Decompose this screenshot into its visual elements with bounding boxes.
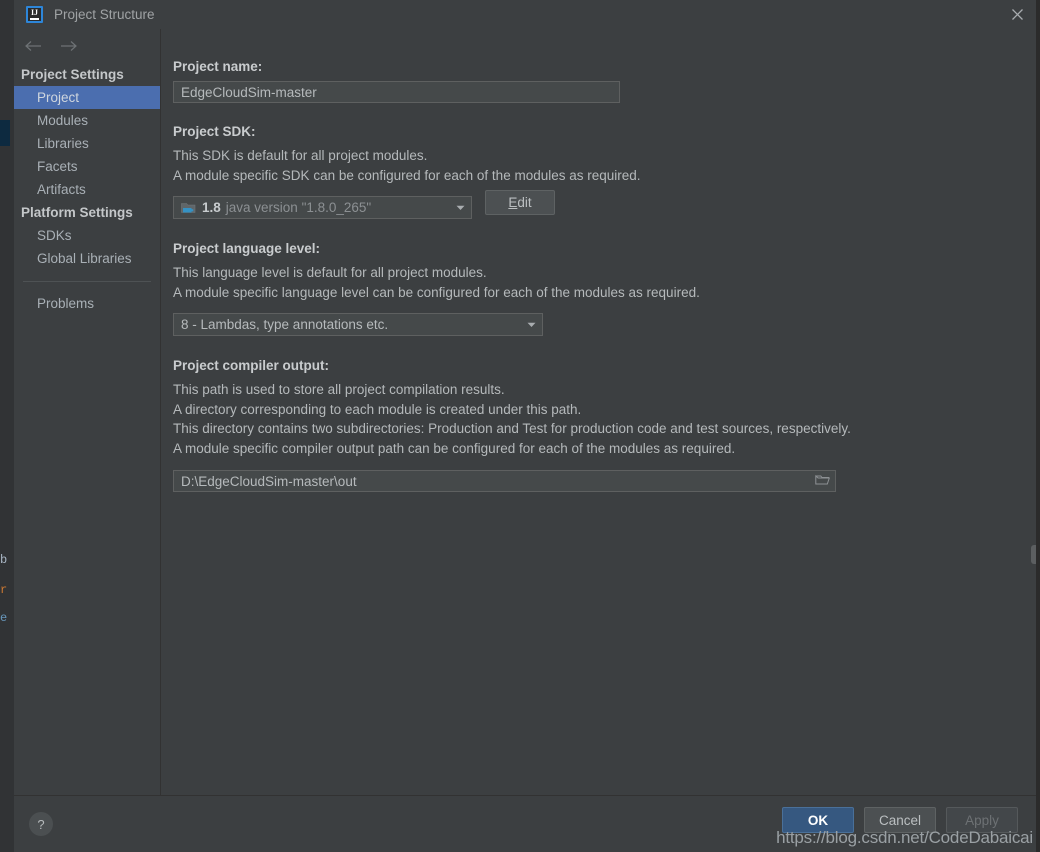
background-editor-window[interactable]: b r e xyxy=(0,0,14,852)
compiler-output-description-line3: This directory contains two subdirectori… xyxy=(173,421,851,436)
sidebar-navigation-arrows xyxy=(14,29,160,63)
project-sdk-description-line1: This SDK is default for all project modu… xyxy=(173,148,428,163)
language-level-description-line2: A module specific language level can be … xyxy=(173,284,700,300)
language-level-description-line1: This language level is default for all p… xyxy=(173,265,487,280)
compiler-output-section: Project compiler output: This path is us… xyxy=(173,358,1040,492)
sidebar-item-facets[interactable]: Facets xyxy=(14,155,160,178)
background-window-accent-strip xyxy=(0,120,10,146)
dialog-title: Project Structure xyxy=(54,7,155,22)
dialog-body: Project Settings Project Modules Librari… xyxy=(14,29,1040,795)
compiler-output-description-line4: A module specific compiler output path c… xyxy=(173,440,736,456)
sidebar-group-project-settings: Project Settings xyxy=(21,67,124,82)
compiler-output-path-value: D:\EdgeCloudSim-master\out xyxy=(181,473,357,489)
compiler-output-description-line2: A directory corresponding to each module… xyxy=(173,401,582,417)
language-level-label: Project language level: xyxy=(173,241,321,256)
screen-right-edge xyxy=(1036,0,1040,852)
arrow-right-icon[interactable] xyxy=(58,35,80,57)
project-sdk-description: java version "1.8.0_265" xyxy=(225,200,372,215)
project-name-value: EdgeCloudSim-master xyxy=(181,84,317,100)
edit-button-mnemonic: E xyxy=(508,194,518,210)
screen-root: b r e IJ Project Structure Project Setti… xyxy=(0,0,1040,852)
arrow-left-icon[interactable] xyxy=(22,35,44,57)
project-name-label: Project name: xyxy=(173,59,263,74)
folder-browse-icon[interactable] xyxy=(815,474,830,489)
background-code-fragment: e xyxy=(0,611,8,625)
settings-sidebar: Project Settings Project Modules Librari… xyxy=(14,29,161,795)
sidebar-item-global-libraries[interactable]: Global Libraries xyxy=(14,247,160,270)
sidebar-group-platform-settings: Platform Settings xyxy=(21,205,133,220)
sidebar-item-problems[interactable]: Problems xyxy=(14,292,160,315)
project-sdk-label: Project SDK: xyxy=(173,124,256,139)
project-name-input[interactable]: EdgeCloudSim-master xyxy=(173,81,620,103)
compiler-output-label: Project compiler output: xyxy=(173,358,330,373)
project-settings-panel: Project name: EdgeCloudSim-master Projec… xyxy=(161,29,1040,795)
edit-button-label-rest: dit xyxy=(517,194,532,210)
edit-sdk-button[interactable]: Edit xyxy=(485,189,555,215)
project-structure-dialog: IJ Project Structure Project Settings Pr… xyxy=(14,0,1040,852)
sidebar-item-sdks[interactable]: SDKs xyxy=(14,224,160,247)
project-name-section: Project name: EdgeCloudSim-master xyxy=(173,59,1040,103)
project-sdk-description-line2: A module specific SDK can be configured … xyxy=(173,167,641,183)
watermark-url: https://blog.csdn.net/CodeDabaicai xyxy=(776,828,1033,847)
sidebar-item-project[interactable]: Project xyxy=(14,86,160,109)
language-level-section: Project language level: This language le… xyxy=(173,241,1040,336)
project-sdk-section: Project SDK: This SDK is default for all… xyxy=(173,124,1040,219)
project-sdk-dropdown[interactable]: 1.8 java version "1.8.0_265" xyxy=(173,196,472,219)
chevron-down-icon[interactable] xyxy=(449,205,471,211)
language-level-dropdown[interactable]: 8 - Lambdas, type annotations etc. xyxy=(173,313,543,336)
dialog-titlebar: IJ Project Structure xyxy=(14,0,1040,29)
chevron-down-icon[interactable] xyxy=(520,322,542,328)
java-sdk-folder-icon xyxy=(181,202,196,214)
sidebar-divider xyxy=(23,281,151,282)
intellij-idea-icon: IJ xyxy=(26,6,43,23)
project-sdk-version: 1.8 xyxy=(202,200,221,215)
background-code-fragment: b xyxy=(0,553,8,567)
help-icon[interactable]: ? xyxy=(29,812,53,836)
sidebar-item-libraries[interactable]: Libraries xyxy=(14,132,160,155)
compiler-output-description-line1: This path is used to store all project c… xyxy=(173,382,505,397)
close-icon[interactable] xyxy=(994,0,1040,29)
language-level-value: 8 - Lambdas, type annotations etc. xyxy=(181,317,389,332)
sidebar-item-modules[interactable]: Modules xyxy=(14,109,160,132)
sidebar-item-artifacts[interactable]: Artifacts xyxy=(14,178,160,201)
compiler-output-path-input[interactable]: D:\EdgeCloudSim-master\out xyxy=(173,470,836,492)
background-code-fragment: r xyxy=(0,583,8,597)
